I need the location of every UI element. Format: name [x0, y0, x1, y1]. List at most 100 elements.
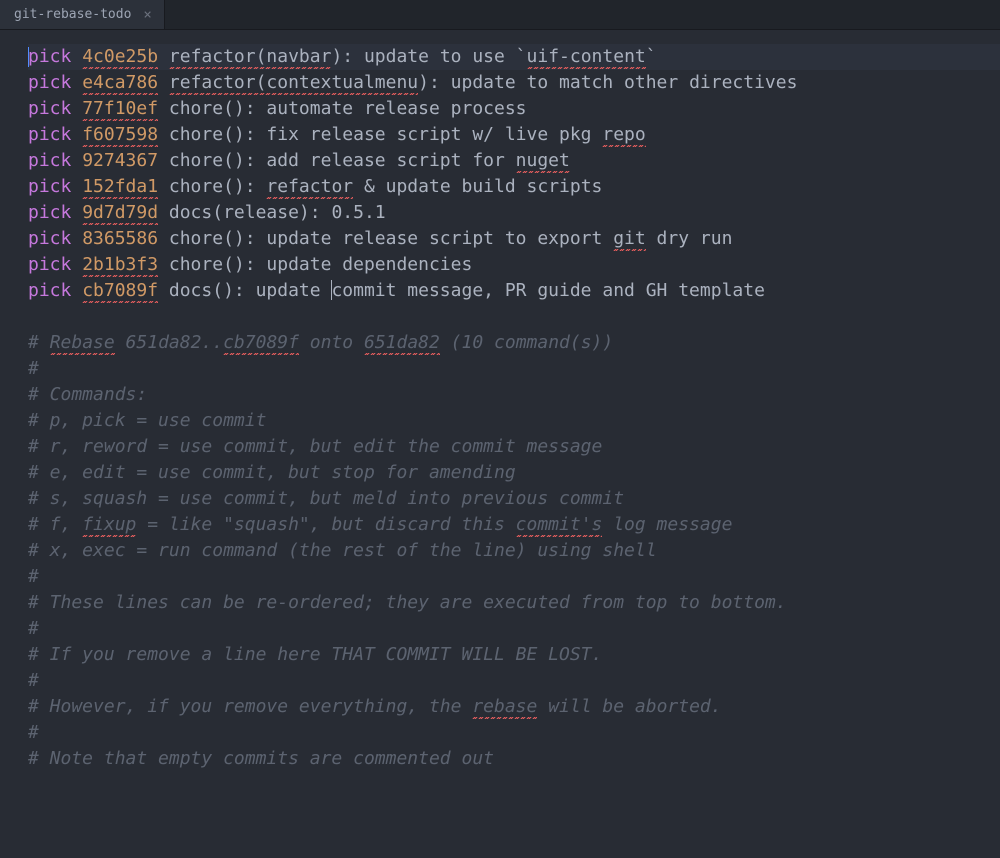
comment-line[interactable]: # [28, 616, 1000, 642]
comment-line[interactable]: # [28, 564, 1000, 590]
comment-line[interactable]: # Rebase 651da82..cb7089f onto 651da82 (… [28, 330, 1000, 356]
cmt-text: 651da82.. [115, 332, 223, 353]
cmt-text: cb7089f [223, 330, 299, 356]
comment-line[interactable]: # f, fixup = like "squash", but discard … [28, 512, 1000, 538]
pick-line[interactable]: pick 9274367 chore(): add release script… [28, 148, 1000, 174]
comment-line[interactable]: # Note that empty commits are commented … [28, 746, 1000, 772]
cmt-text: fixup [82, 512, 136, 538]
comment-line[interactable]: # [28, 356, 1000, 382]
cmd-text: pick [28, 228, 82, 249]
pick-line[interactable]: pick 4c0e25b refactor(navbar): update to… [28, 44, 1000, 70]
msg-text [158, 72, 169, 93]
msg-text [158, 46, 169, 67]
hash-text: e4ca786 [82, 70, 158, 96]
tab-git-rebase-todo[interactable]: git-rebase-todo × [0, 0, 165, 29]
cmt-text: rebase [472, 694, 537, 720]
cmt-text: # [28, 618, 39, 639]
msg-text: chore(): update dependencies [158, 254, 472, 275]
cmt-text: # Note that empty commits are commented … [28, 748, 494, 769]
comment-line[interactable]: # p, pick = use commit [28, 408, 1000, 434]
cmt-text: # [28, 332, 50, 353]
cmt-text: # p, pick = use commit [28, 410, 266, 431]
cmt-text: # [28, 670, 39, 691]
msg-text: ): update to match other directives [418, 72, 797, 93]
cmt-text: = like "squash", but discard this [136, 514, 515, 535]
cmt-text: log message [602, 514, 732, 535]
cmd-text: pick [28, 280, 82, 301]
editor-area[interactable]: pick 4c0e25b refactor(navbar): update to… [0, 30, 1000, 772]
cmt-text: (10 command(s)) [440, 332, 613, 353]
cmt-text: # [28, 722, 39, 743]
cmd-text: pick [28, 98, 82, 119]
pick-line[interactable]: pick 9d7d79d docs(release): 0.5.1 [28, 200, 1000, 226]
cmd-text: pick [28, 46, 82, 67]
hash-text: 9274367 [82, 150, 158, 171]
pick-line[interactable]: pick 152fda1 chore(): refactor & update … [28, 174, 1000, 200]
msg-text: refactor(navbar [169, 44, 332, 70]
hash-text: cb7089f [82, 278, 158, 304]
msg-text: & update build scripts [353, 176, 602, 197]
cmt-text: 651da82 [364, 330, 440, 356]
comment-line[interactable]: # x, exec = run command (the rest of the… [28, 538, 1000, 564]
comment-line[interactable]: # These lines can be re-ordered; they ar… [28, 590, 1000, 616]
msg-text: docs(release): 0.5.1 [158, 202, 386, 223]
cmd-text: pick [28, 124, 82, 145]
msg-text: chore(): update release script to export [158, 228, 613, 249]
msg-text: docs(): update [158, 280, 331, 301]
cmt-text: Rebase [50, 330, 115, 356]
comment-line[interactable]: # However, if you remove everything, the… [28, 694, 1000, 720]
msg-text: dry run [646, 228, 733, 249]
msg-text: chore(): automate release process [158, 98, 526, 119]
hash-text: 77f10ef [82, 96, 158, 122]
cmd-text: pick [28, 72, 82, 93]
cmt-text: # x, exec = run command (the rest of the… [28, 540, 657, 561]
msg-text: chore(): add release script for [158, 150, 516, 171]
pick-line[interactable]: pick f607598 chore(): fix release script… [28, 122, 1000, 148]
hash-text: 4c0e25b [82, 44, 158, 70]
cmt-text: # Commands: [28, 384, 147, 405]
pick-line[interactable]: pick 2b1b3f3 chore(): update dependencie… [28, 252, 1000, 278]
tab-bar: git-rebase-todo × [0, 0, 1000, 30]
comment-line[interactable]: # Commands: [28, 382, 1000, 408]
cmd-text: pick [28, 150, 82, 171]
cmt-text: # These lines can be re-ordered; they ar… [28, 592, 787, 613]
pick-line[interactable]: pick 77f10ef chore(): automate release p… [28, 96, 1000, 122]
tab-title: git-rebase-todo [14, 0, 131, 30]
hash-text: 9d7d79d [82, 200, 158, 226]
close-icon[interactable]: × [141, 0, 153, 30]
comment-line[interactable]: # [28, 720, 1000, 746]
cmt-text: commit's [516, 512, 603, 538]
hash-text: f607598 [82, 122, 158, 148]
cmt-text: # r, reword = use commit, but edit the c… [28, 436, 602, 457]
hash-text: 2b1b3f3 [82, 252, 158, 278]
comment-line[interactable]: # If you remove a line here THAT COMMIT … [28, 642, 1000, 668]
cmd-text: pick [28, 254, 82, 275]
pick-line[interactable]: pick 8365586 chore(): update release scr… [28, 226, 1000, 252]
hash-text: 8365586 [82, 228, 158, 249]
msg-text: refactor(contextualmenu [169, 70, 418, 96]
msg-text: ` [646, 46, 657, 67]
msg-text: refactor [266, 174, 353, 200]
msg-text: ): update to use ` [331, 46, 526, 67]
comment-line[interactable]: # [28, 668, 1000, 694]
comment-line[interactable]: # s, squash = use commit, but meld into … [28, 486, 1000, 512]
cmt-text: # s, squash = use commit, but meld into … [28, 488, 624, 509]
cmt-text: # [28, 358, 39, 379]
comment-line[interactable]: # r, reword = use commit, but edit the c… [28, 434, 1000, 460]
cmt-text: # f, [28, 514, 82, 535]
cmd-text: pick [28, 176, 82, 197]
cmt-text: # If you remove a line here THAT COMMIT … [28, 644, 602, 665]
cmt-text: onto [299, 332, 364, 353]
cmt-text: # e, edit = use commit, but stop for ame… [28, 462, 516, 483]
blank-line[interactable] [28, 304, 1000, 330]
msg-text: commit message, PR guide and GH template [331, 280, 764, 301]
comment-line[interactable]: # e, edit = use commit, but stop for ame… [28, 460, 1000, 486]
pick-line[interactable]: pick e4ca786 refactor(contextualmenu): u… [28, 70, 1000, 96]
pick-line[interactable]: pick cb7089f docs(): update commit messa… [28, 278, 1000, 304]
msg-text: repo [602, 122, 645, 148]
msg-text: git [613, 226, 646, 252]
msg-text: chore(): [158, 176, 266, 197]
hash-text: 152fda1 [82, 174, 158, 200]
msg-text: nuget [516, 148, 570, 174]
msg-text: chore(): fix release script w/ live pkg [158, 124, 602, 145]
